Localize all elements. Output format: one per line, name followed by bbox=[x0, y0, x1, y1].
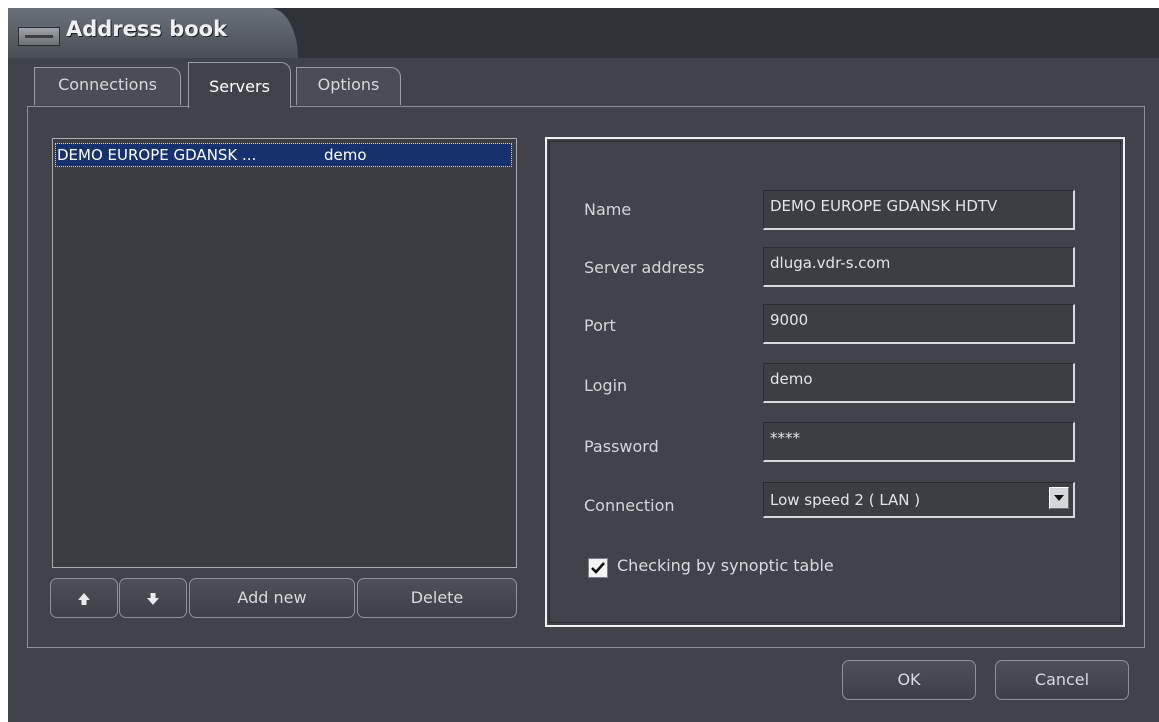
password-label: Password bbox=[584, 437, 659, 456]
server-name-cell: DEMO EUROPE GDANSK ... bbox=[57, 146, 257, 164]
chevron-down-icon[interactable] bbox=[1049, 487, 1069, 509]
tab-options[interactable]: Options bbox=[296, 67, 401, 105]
arrow-down-icon bbox=[147, 592, 159, 605]
server-list-item[interactable]: DEMO EUROPE GDANSK ... demo bbox=[55, 143, 512, 167]
connection-select[interactable]: Low speed 2 ( LAN ) bbox=[763, 482, 1075, 518]
login-field[interactable]: demo bbox=[763, 363, 1075, 403]
cancel-button[interactable]: Cancel bbox=[995, 660, 1129, 700]
ok-button[interactable]: OK bbox=[842, 660, 976, 700]
move-up-button[interactable] bbox=[50, 578, 118, 618]
server-address-field[interactable]: dluga.vdr-s.com bbox=[763, 247, 1075, 287]
window-title: Address book bbox=[66, 17, 228, 41]
port-label: Port bbox=[584, 316, 616, 335]
tab-connections[interactable]: Connections bbox=[34, 67, 181, 105]
synoptic-table-checkbox[interactable] bbox=[588, 558, 608, 578]
title-tab: Address book bbox=[8, 8, 298, 58]
checkmark-icon bbox=[591, 562, 605, 574]
connection-label: Connection bbox=[584, 496, 675, 515]
port-field[interactable]: 9000 bbox=[763, 304, 1075, 344]
arrow-up-icon bbox=[78, 592, 90, 605]
delete-button[interactable]: Delete bbox=[357, 578, 517, 618]
add-new-button[interactable]: Add new bbox=[189, 578, 355, 618]
login-label: Login bbox=[584, 376, 628, 395]
server-address-label: Server address bbox=[584, 258, 705, 277]
synoptic-table-label: Checking by synoptic table bbox=[617, 556, 834, 575]
title-bar: Address book bbox=[8, 8, 1159, 58]
connection-select-value: Low speed 2 ( LAN ) bbox=[770, 491, 921, 509]
password-field[interactable]: **** bbox=[763, 422, 1075, 462]
server-login-cell: demo bbox=[324, 146, 367, 164]
name-label: Name bbox=[584, 200, 632, 219]
server-list[interactable]: DEMO EUROPE GDANSK ... demo bbox=[52, 138, 517, 568]
address-book-icon bbox=[18, 27, 60, 46]
move-down-button[interactable] bbox=[119, 578, 187, 618]
name-field[interactable]: DEMO EUROPE GDANSK HDTV bbox=[763, 190, 1075, 230]
tab-servers[interactable]: Servers bbox=[188, 62, 291, 108]
